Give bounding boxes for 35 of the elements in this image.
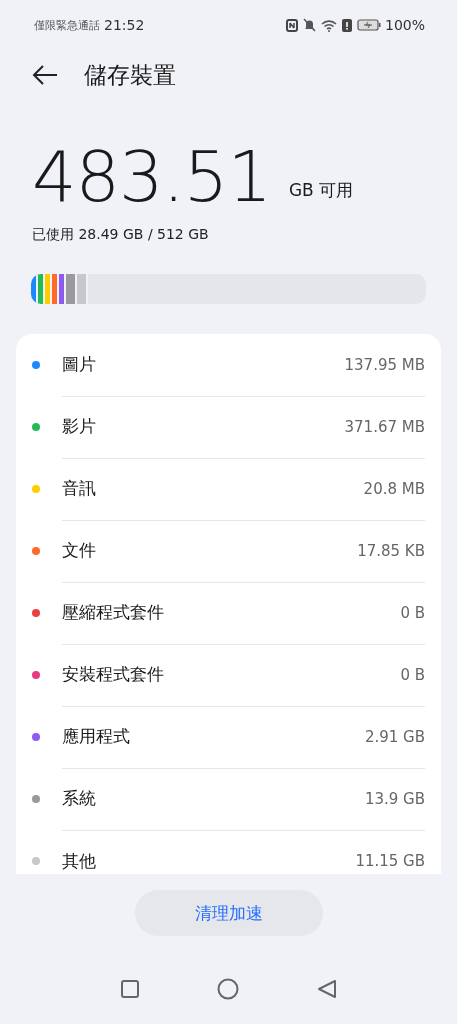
page-title: 儲存裝置 (84, 60, 176, 90)
category-size: 137.95 MB (344, 355, 425, 374)
nfc-icon (285, 18, 298, 32)
category-name[interactable]: 應用程式 (62, 725, 365, 748)
category-size: 2.91 GB (364, 727, 425, 746)
clean-button[interactable]: 清理加速 (134, 890, 323, 936)
carrier-text: 僅限緊急通話 (34, 17, 100, 33)
home-icon[interactable] (216, 978, 239, 1000)
category-name[interactable]: 壓縮程式套件 (62, 601, 401, 624)
category-size: 0 B (400, 603, 425, 622)
clock: 21:52 (104, 17, 145, 33)
back-arrow-icon[interactable] (32, 64, 58, 86)
available-amount: 483.51 (32, 138, 271, 216)
muted-bell-icon (302, 18, 316, 32)
category-name[interactable]: 圖片 (62, 353, 345, 376)
battery-percent: 100% (384, 17, 425, 33)
battery-icon (356, 19, 381, 31)
category-size: 0 B (400, 665, 425, 684)
category-size: 20.8 MB (363, 479, 425, 498)
wifi-icon (320, 18, 337, 32)
category-size: 11.15 GB (355, 852, 425, 870)
category-size: 371.67 MB (344, 417, 425, 436)
category-name[interactable]: 安裝程式套件 (62, 663, 401, 686)
sim-alert-icon (341, 18, 352, 32)
category-size: 17.85 KB (357, 541, 425, 560)
category-size: 13.9 GB (364, 789, 425, 808)
used-summary: 已使用 28.49 GB / 512 GB (32, 226, 210, 244)
category-name[interactable]: 其他 (62, 849, 356, 873)
available-unit: GB 可用 (288, 179, 354, 202)
back-icon[interactable] (316, 979, 337, 999)
recents-icon[interactable] (120, 980, 139, 998)
category-name[interactable]: 影片 (62, 415, 345, 438)
category-name[interactable]: 音訊 (62, 477, 364, 500)
category-name[interactable]: 文件 (62, 539, 358, 562)
category-name[interactable]: 系統 (62, 787, 365, 810)
